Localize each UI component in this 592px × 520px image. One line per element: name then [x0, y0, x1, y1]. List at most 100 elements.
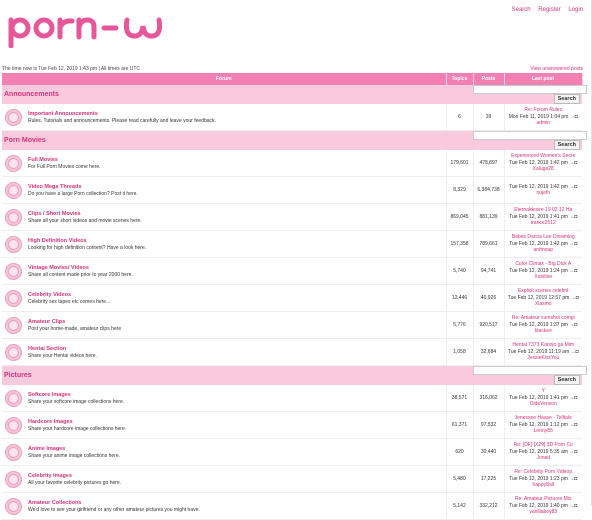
- goto-last-post-icon[interactable]: →◘: [569, 214, 577, 220]
- forum-description: Share all content made prior to year 200…: [28, 271, 133, 278]
- category-search-button[interactable]: Search: [553, 140, 580, 150]
- forum-row: Amateur Collections We'd love to see your…: [2, 492, 583, 520]
- category-search-input[interactable]: [473, 366, 587, 375]
- forum-title-link[interactable]: Amateur Clips: [28, 319, 121, 325]
- forum-read-icon-inner: [8, 392, 19, 404]
- forum-title-link[interactable]: Amateur Collections: [28, 500, 200, 506]
- forum-text: Hentai Section Share your Hentai videos h…: [28, 346, 97, 359]
- forum-cell: Hardcore Images Share your hardcore image…: [2, 411, 446, 439]
- forum-cell: Clips / Short Movies Share all your short…: [2, 203, 446, 231]
- category-title[interactable]: Announcements: [2, 85, 473, 104]
- forum-read-icon: [5, 470, 22, 488]
- last-post-user-link[interactable]: Xuniline: [505, 274, 583, 281]
- forum-title-link[interactable]: Softcore Images: [28, 392, 124, 398]
- forum-title-link[interactable]: Important Announcements: [28, 111, 216, 117]
- forum-read-icon-inner: [8, 238, 19, 250]
- forum-row: Full Movies For Full Porn Movies come her…: [2, 150, 582, 177]
- forum-title-link[interactable]: Clips / Short Movies: [28, 211, 142, 217]
- search-link[interactable]: Search: [512, 7, 531, 13]
- forum-last-post: Re: Amateur Pictures Mix Tue Feb 12, 2019…: [503, 492, 583, 520]
- forum-last-post: Y Tue Feb 12, 2019 1:41 pm →◘ OldeVersion: [503, 385, 583, 412]
- forum-title-link[interactable]: Full Movies: [28, 157, 101, 163]
- forum-text: Amateur Collections We'd love to see your…: [28, 500, 200, 513]
- forum-read-icon-inner: [8, 346, 19, 358]
- forum-info: High Definition Videos Looking for high d…: [2, 235, 446, 253]
- forum-read-icon: [5, 343, 22, 361]
- category-search: Search: [473, 85, 587, 104]
- goto-last-post-icon[interactable]: →◘: [571, 295, 579, 301]
- forum-last-post: Re: Celebrity Porn Videop Tue Feb 12, 201…: [503, 465, 583, 493]
- last-post-user-link[interactable]: admin: [505, 120, 583, 127]
- forum-info: Important Announcements Rules, Tutorials …: [2, 108, 446, 126]
- forum-read-icon: [5, 443, 22, 461]
- category-search-button[interactable]: Search: [553, 94, 580, 104]
- forum-description: All your favorite celebrity pictures go …: [28, 479, 122, 486]
- forum-column-header: Forum: [2, 73, 447, 85]
- goto-last-post-icon[interactable]: →◘: [569, 476, 577, 482]
- forum-cell: Celebrity Videos Celebrity sex tapes etc …: [2, 284, 446, 312]
- last-post-user-link[interactable]: Jonad: [505, 455, 583, 462]
- forum-text: Celebrity Videos Celebrity sex tapes etc …: [28, 292, 110, 305]
- forum-last-post: Explicit scenes celebrit Tue Feb 12, 2019…: [503, 284, 583, 312]
- goto-last-post-icon[interactable]: →◘: [569, 395, 577, 401]
- category-search-button[interactable]: Search: [553, 375, 580, 385]
- forum-posts-count: 881,139: [472, 203, 504, 231]
- last-post-user-link[interactable]: JessieKissYou: [505, 355, 583, 362]
- goto-last-post-icon[interactable]: →◘: [569, 322, 577, 328]
- category-title[interactable]: Porn Movies: [2, 130, 473, 150]
- category-title[interactable]: Pictures: [2, 365, 473, 385]
- forum-topics-count: 1,058: [445, 338, 473, 366]
- forum-info: Video Mega Threads Do you have a large Po…: [2, 181, 446, 199]
- goto-last-post-icon[interactable]: →◘: [569, 422, 577, 428]
- forum-title-link[interactable]: Anime Images: [28, 446, 120, 452]
- last-post-user-link[interactable]: OldeVersion: [505, 401, 583, 408]
- last-post-user-link[interactable]: Xlasmo: [505, 301, 583, 308]
- forum-topics-count: 61,371: [445, 411, 473, 439]
- last-post-date-text: Tue Feb 12, 2019 11:19 am: [507, 348, 570, 355]
- last-post-user-link[interactable]: nujefo: [505, 190, 583, 197]
- forum-info: Clips / Short Movies Share all your short…: [2, 208, 446, 226]
- forum-title-link[interactable]: Hardcore Images: [28, 419, 126, 425]
- category-search-input[interactable]: [473, 131, 587, 140]
- forum-title-link[interactable]: Vintage Movies/ Videos: [28, 265, 133, 271]
- forum-title-link[interactable]: High Definition Videos: [28, 238, 146, 244]
- goto-last-post-icon[interactable]: →◘: [569, 268, 577, 274]
- forum-read-icon: [5, 208, 22, 226]
- forum-posts-count: 40,926: [472, 284, 504, 312]
- forum-title-link[interactable]: Celebrity Images: [28, 473, 121, 479]
- forum-description: We'd love to see your girlfriend or any …: [28, 506, 200, 513]
- top-links: Search Register Login: [506, 7, 583, 13]
- last-post-user-link[interactable]: blackee: [505, 328, 583, 335]
- register-link[interactable]: Register: [538, 7, 560, 13]
- last-post-user-link[interactable]: Lenny85: [505, 428, 583, 435]
- last-post-user-link[interactable]: happy8all: [505, 482, 583, 489]
- site-logo[interactable]: [5, 8, 175, 48]
- forum-title-link[interactable]: Hentai Section: [28, 346, 97, 352]
- goto-last-post-icon[interactable]: →◘: [569, 184, 577, 190]
- forum-text: Softcore Images Share your softcore image…: [28, 392, 124, 405]
- forum-last-post: Hentai 7373 Kanojo ga Mim Tue Feb 12, 201…: [503, 338, 583, 366]
- goto-last-post-icon[interactable]: →◘: [571, 349, 579, 355]
- view-unanswered-link[interactable]: View unanswered posts: [530, 66, 583, 72]
- forum-page: Search Register Login The time now is Tu…: [0, 0, 592, 520]
- login-link[interactable]: Login: [568, 7, 583, 13]
- category-search-input[interactable]: [473, 85, 587, 94]
- goto-last-post-icon[interactable]: →◘: [569, 449, 577, 455]
- forum-topics-count: 12,446: [445, 284, 473, 312]
- forum-cell: Anime Images Share your anime image colle…: [2, 438, 446, 466]
- goto-last-post-icon[interactable]: →◘: [569, 241, 577, 247]
- last-post-user-link[interactable]: anttnoap: [505, 247, 583, 254]
- forum-description: Do you have a large Porn collection? Pos…: [28, 190, 138, 197]
- forum-posts-count: 97,532: [472, 411, 504, 439]
- forum-title-link[interactable]: Video Mega Threads: [28, 184, 138, 190]
- last-post-user-link[interactable]: trance2512: [505, 220, 583, 227]
- forum-row: Softcore Images Share your softcore image…: [2, 385, 582, 412]
- forum-cell: Vintage Movies/ Videos Share all content …: [2, 257, 446, 285]
- last-post-user-link[interactable]: vanillaboy83: [505, 509, 583, 516]
- forum-title-link[interactable]: Celebrity Videos: [28, 292, 110, 298]
- last-post-user-link[interactable]: Xaluge28: [505, 166, 583, 173]
- goto-last-post-icon[interactable]: →◘: [570, 114, 578, 120]
- goto-last-post-icon[interactable]: →◘: [569, 160, 577, 166]
- forum-text: Clips / Short Movies Share all your short…: [28, 211, 142, 224]
- forum-text: Amateur Clips Post your home-made, amateu…: [28, 319, 121, 332]
